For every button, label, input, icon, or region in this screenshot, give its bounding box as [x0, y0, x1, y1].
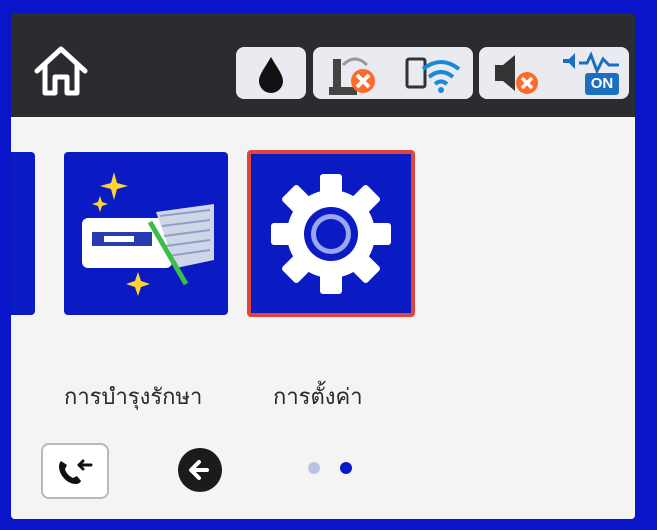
page-dot-1: [308, 462, 320, 474]
home-icon[interactable]: [31, 43, 91, 99]
maintenance-tile[interactable]: [64, 152, 228, 315]
sound-status-button[interactable]: ON: [479, 47, 629, 99]
quiet-mode-on-icon: ON: [557, 47, 625, 99]
quiet-mode-badge: ON: [590, 75, 614, 92]
status-bar: ON: [11, 13, 635, 117]
bottom-bar: [11, 425, 635, 519]
menu-tile-partial[interactable]: [11, 152, 35, 315]
sound-muted-icon: [495, 55, 538, 94]
gear-icon: [271, 174, 391, 294]
maintenance-icon: [82, 172, 214, 296]
fax-redial-icon: [59, 459, 93, 484]
ink-drop-icon: [259, 57, 283, 93]
wifi-icon: [405, 57, 461, 93]
settings-tile[interactable]: [247, 150, 415, 317]
wired-lan-disconnected-icon: [329, 57, 375, 95]
page-dot-2-active: [340, 462, 352, 474]
maintenance-label: การบำรุงรักษา: [64, 385, 203, 410]
back-arrow-icon[interactable]: [177, 447, 223, 493]
settings-label: การตั้งค่า: [273, 385, 363, 410]
fax-redial-button[interactable]: [41, 443, 109, 499]
network-status-button[interactable]: [313, 47, 473, 99]
printer-lcd-screen: ON การบำรุงรักษา การตั้งค่า: [11, 13, 635, 519]
ink-status-button[interactable]: [236, 47, 306, 99]
